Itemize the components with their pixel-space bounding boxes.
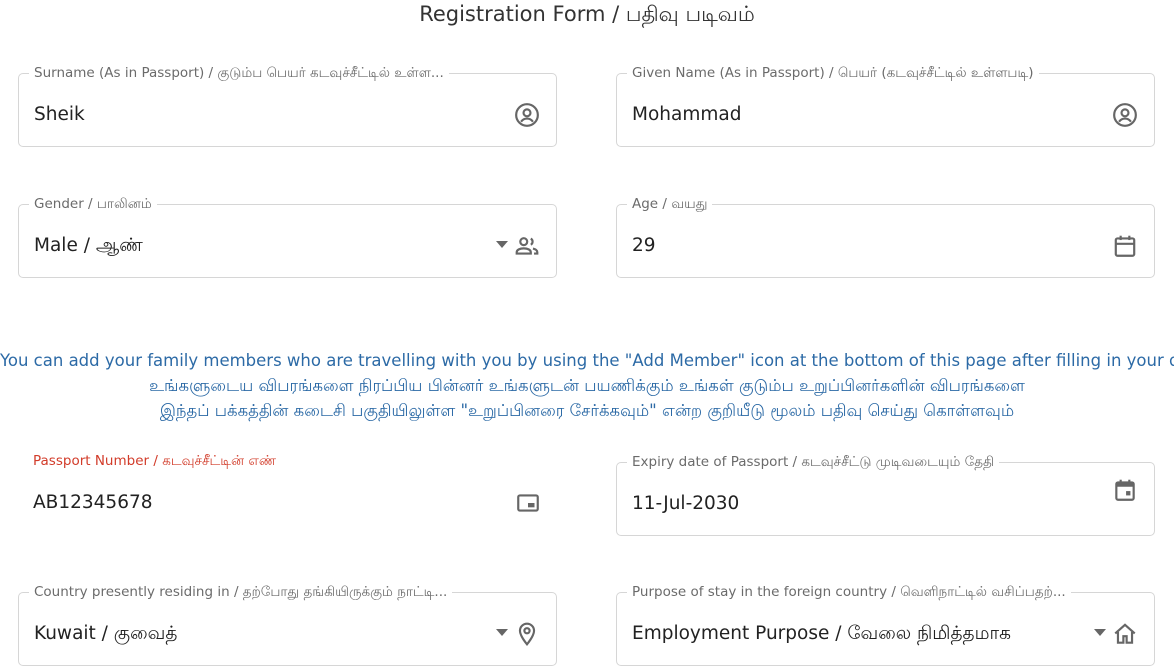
purpose-label: Purpose of stay in the foreign country /… bbox=[627, 584, 1071, 602]
surname-label: Surname (As in Passport) / குடும்ப பெயர்… bbox=[29, 65, 449, 83]
home-icon bbox=[1112, 621, 1138, 647]
age-value[interactable]: 29 bbox=[632, 235, 656, 256]
given-name-field[interactable]: Given Name (As in Passport) / பெயர் (கடவ… bbox=[616, 65, 1155, 147]
passport-number-label: Passport Number / கடவுச்சீட்டின் எண் bbox=[28, 453, 282, 471]
expiry-date-field[interactable]: Expiry date of Passport / கடவுச்சீட்டு ம… bbox=[616, 454, 1155, 536]
purpose-select[interactable]: Purpose of stay in the foreign country /… bbox=[616, 584, 1155, 666]
given-name-value[interactable]: Mohammad bbox=[632, 104, 741, 125]
expiry-date-value[interactable]: 11-Jul-2030 bbox=[632, 493, 739, 514]
gender-select[interactable]: Gender / பாலினம் Male / ஆண் bbox=[18, 196, 557, 278]
account-circle-icon bbox=[514, 102, 540, 128]
chevron-down-icon[interactable] bbox=[496, 629, 508, 636]
calendar-icon[interactable] bbox=[1112, 233, 1138, 259]
passport-number-value[interactable]: AB12345678 bbox=[33, 492, 153, 513]
location-pin-icon bbox=[514, 621, 540, 647]
surname-value[interactable]: Sheik bbox=[34, 104, 85, 125]
expiry-date-label: Expiry date of Passport / கடவுச்சீட்டு ம… bbox=[627, 454, 1000, 472]
notice-line-tamil-2: இந்தப் பக்கத்தின் கடைசி பகுதியிலுள்ள "உற… bbox=[159, 401, 1015, 420]
country-value[interactable]: Kuwait / குவைத் bbox=[34, 623, 177, 646]
people-icon bbox=[514, 233, 540, 259]
id-card-icon bbox=[515, 490, 541, 516]
surname-field[interactable]: Surname (As in Passport) / குடும்ப பெயர்… bbox=[18, 65, 557, 147]
country-label: Country presently residing in / தற்போது … bbox=[29, 584, 453, 602]
age-label: Age / வயது bbox=[627, 196, 713, 214]
family-members-notice: You can add your family members who are … bbox=[0, 348, 1174, 423]
account-circle-icon bbox=[1112, 102, 1138, 128]
chevron-down-icon[interactable] bbox=[1094, 629, 1106, 636]
chevron-down-icon[interactable] bbox=[496, 241, 508, 248]
page-title: Registration Form / பதிவு படிவம் bbox=[419, 2, 755, 26]
given-name-label: Given Name (As in Passport) / பெயர் (கடவ… bbox=[627, 65, 1039, 83]
notice-line-english: You can add your family members who are … bbox=[0, 351, 1174, 370]
purpose-value[interactable]: Employment Purpose / வேலை நிமித்தமாக bbox=[632, 623, 1011, 646]
gender-label: Gender / பாலினம் bbox=[29, 196, 157, 214]
country-select[interactable]: Country presently residing in / தற்போது … bbox=[18, 584, 557, 666]
notice-line-tamil-1: உங்களுடைய விபரங்களை நிரப்பிய பின்னர் உங்… bbox=[149, 376, 1025, 395]
gender-value[interactable]: Male / ஆண் bbox=[34, 235, 143, 258]
event-icon[interactable] bbox=[1112, 477, 1138, 503]
age-field[interactable]: Age / வயது 29 bbox=[616, 196, 1155, 278]
passport-number-field[interactable]: Passport Number / கடவுச்சீட்டின் எண் AB1… bbox=[18, 453, 557, 536]
